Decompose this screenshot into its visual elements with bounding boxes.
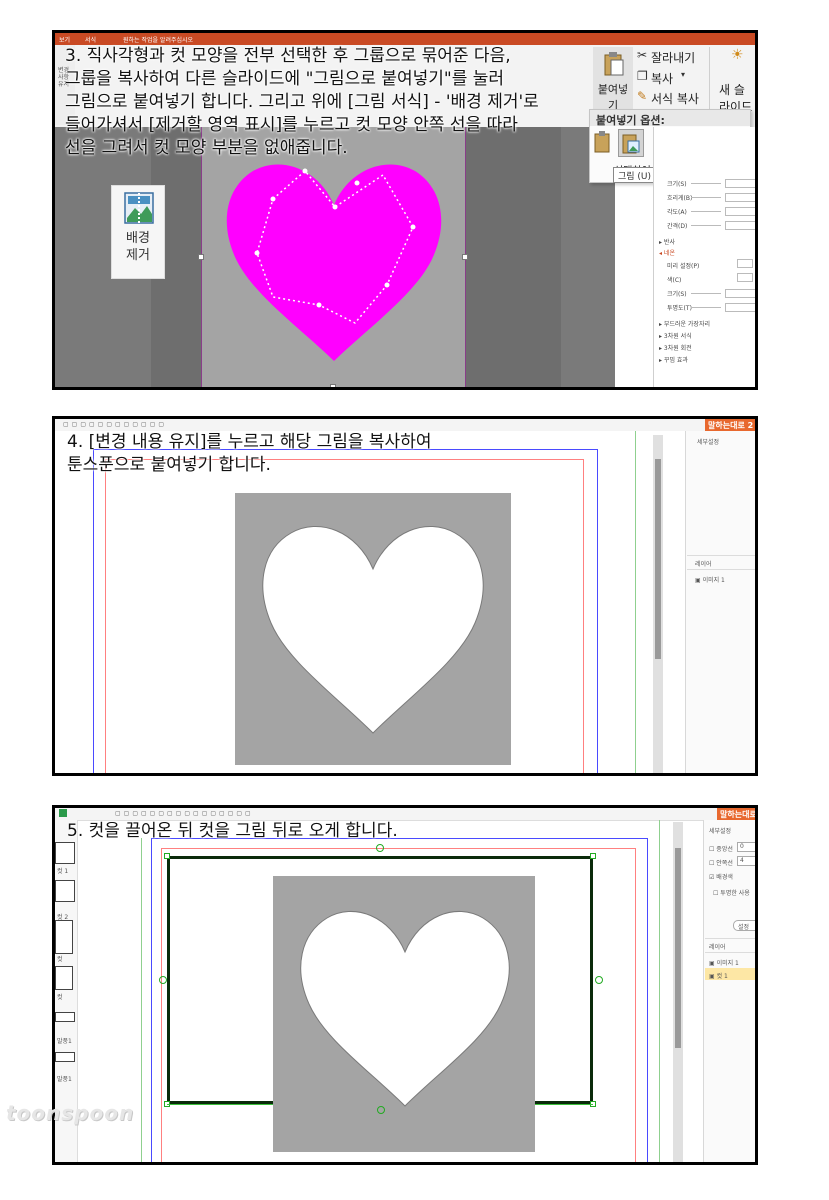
app-icon (59, 809, 67, 817)
heart-cutout (300, 910, 510, 1107)
heart-shape-magenta[interactable] (225, 161, 443, 363)
background-remove-button[interactable]: 배경 제거 (111, 185, 165, 279)
background-color-checkbox[interactable]: ☑ 배경색 (709, 872, 733, 881)
center-line-stepper[interactable]: 0 (737, 842, 755, 852)
transparent-checkbox[interactable]: ☐ 투명한 사용 (713, 888, 750, 897)
layer-item-cut-selected[interactable]: ▣ 컷 1 (705, 968, 755, 980)
inner-line-checkbox[interactable]: ☐ 안쪽선 (709, 858, 733, 867)
toonspoon-logo-watermark: toonspoon (6, 1102, 133, 1168)
thumbnail-label: 컷 (57, 956, 63, 963)
panel-step-4: ▢▢▢▢▢▢▢▢▢▢▢▢ 말하는대로 2 세부설정 레이어 ▣ 이미지 1 4.… (52, 416, 758, 776)
thumbnail[interactable] (55, 966, 73, 990)
glow-preset-label: 미리 설정(P) (667, 263, 700, 270)
glow-size-label: 크기(S) (667, 291, 687, 298)
step-3-caption: 3. 직사각형과 컷 모양을 전부 선택한 후 그룹으로 묶어준 다음, 그룹을… (65, 46, 539, 158)
reflection-section[interactable]: ▸ 반사 (659, 237, 675, 246)
help-button-label: 말하는대로 (720, 810, 757, 819)
background-remove-icon (124, 192, 154, 224)
shadow-angle-label: 각도(A) (667, 209, 687, 216)
background-remove-label: 배경 제거 (126, 231, 150, 263)
resize-handle[interactable] (590, 853, 596, 859)
layer-item-image[interactable]: ▣ 이미지 1 (709, 958, 739, 967)
chevron-down-icon[interactable]: ▾ (681, 70, 685, 79)
side-handle[interactable] (595, 976, 603, 984)
heart-cutout (262, 525, 484, 734)
toolbar-icons[interactable]: ▢▢▢▢▢▢▢▢▢▢▢▢ (63, 421, 167, 428)
thumbnail[interactable] (55, 920, 73, 954)
resize-handle[interactable] (330, 384, 336, 387)
format-painter-button[interactable]: 서식 복사 (651, 90, 699, 107)
format-painter-icon: ✎ (637, 89, 648, 103)
menu-tab-view[interactable]: 보기 (59, 35, 70, 44)
glow-section[interactable]: ◂ 네온 (659, 248, 675, 257)
glow-color-label: 색(C) (667, 277, 682, 284)
thumbnail[interactable] (55, 880, 75, 902)
resize-handle[interactable] (462, 254, 468, 260)
toolbar-icons[interactable]: ▢▢▢▢▢▢▢▢▢▢▢▢▢▢▢▢ (115, 810, 254, 817)
layer-item[interactable]: ▣ 이미지 1 (695, 575, 725, 584)
scissors-icon: ✂ (637, 48, 648, 62)
center-line-checkbox[interactable]: ☐ 중앙선 (709, 844, 733, 853)
artistic-effects-section[interactable]: ▸ 꾸밈 효과 (659, 355, 688, 364)
step-5-caption: 5. 컷을 끌어온 뒤 컷을 그림 뒤로 오게 합니다. (67, 821, 398, 841)
layer-title: 레이어 (709, 944, 726, 951)
resize-handle[interactable] (198, 254, 204, 260)
thumbnail[interactable] (55, 1012, 75, 1022)
help-button[interactable]: 말하는대로 (717, 808, 757, 820)
glow-preset-picker[interactable] (737, 259, 753, 268)
shadow-blur-label: 흐리게(B) (667, 195, 693, 202)
help-button[interactable]: 말하는대로 2 (705, 419, 755, 431)
shadow-distance-label: 간격(D) (667, 223, 688, 230)
glow-transparency-label: 투명도(T) (667, 305, 692, 312)
rotate-handle[interactable] (376, 844, 384, 852)
scrollbar-thumb[interactable] (655, 459, 661, 659)
step-4-caption: 4. [변경 내용 유지]를 누르고 해당 그림을 복사하여 툰스푼으로 붙여넣… (67, 432, 432, 475)
properties-title: 세부설정 (697, 439, 720, 446)
new-slide-icon: ☀ (731, 47, 744, 63)
3d-format-section[interactable]: ▸ 3차원 서식 (659, 331, 692, 340)
copy-icon: ❐ (637, 69, 648, 83)
thumbnail[interactable] (55, 842, 75, 864)
inner-line-stepper[interactable]: 4 (737, 856, 755, 866)
copy-button[interactable]: 복사 (651, 70, 673, 87)
thumbnail-label: 컷 (57, 994, 63, 1001)
glow-color-picker[interactable] (737, 273, 753, 282)
help-button-label: 말하는대로 2 (708, 421, 754, 430)
watermark-text: toonspoon (6, 1101, 135, 1125)
anchor-handle[interactable] (377, 1106, 385, 1114)
cut-button[interactable]: 잘라내기 (651, 49, 695, 66)
side-handle[interactable] (159, 976, 167, 984)
thumbnail-label: 컷 1 (57, 868, 69, 875)
search-hint[interactable]: 원하는 작업을 알려주십시오 (123, 35, 193, 44)
menu-tab-format[interactable]: 서식 (85, 35, 96, 44)
thumbnail[interactable] (55, 1052, 75, 1062)
shadow-size-label: 크기(S) (667, 181, 687, 188)
layer-title: 레이어 (695, 561, 712, 568)
soft-edges-section[interactable]: ▸ 부드러운 가장자리 (659, 319, 710, 328)
settings-button[interactable]: 설정 (733, 920, 755, 931)
thumbnail-label: 말풍1 (57, 1038, 72, 1045)
thumbnail-label: 말풍1 (57, 1076, 72, 1083)
scrollbar-thumb[interactable] (675, 848, 681, 1048)
3d-rotation-section[interactable]: ▸ 3차원 회전 (659, 343, 692, 352)
panel-step-3: 보기 서식 원하는 작업을 알려주십시오 변경 사항 유지 배경 제거 붙여넣기… (52, 30, 758, 390)
panel-step-5: ▢▢▢▢▢▢▢▢▢▢▢▢▢▢▢▢ 말하는대로 컷 1 컷 2 컷 컷 말풍1 말… (52, 805, 758, 1165)
properties-panel (685, 431, 755, 773)
tooltip-text: 그림 (U) (618, 172, 652, 182)
resize-handle[interactable] (164, 853, 170, 859)
properties-title: 세부설정 (709, 828, 732, 835)
